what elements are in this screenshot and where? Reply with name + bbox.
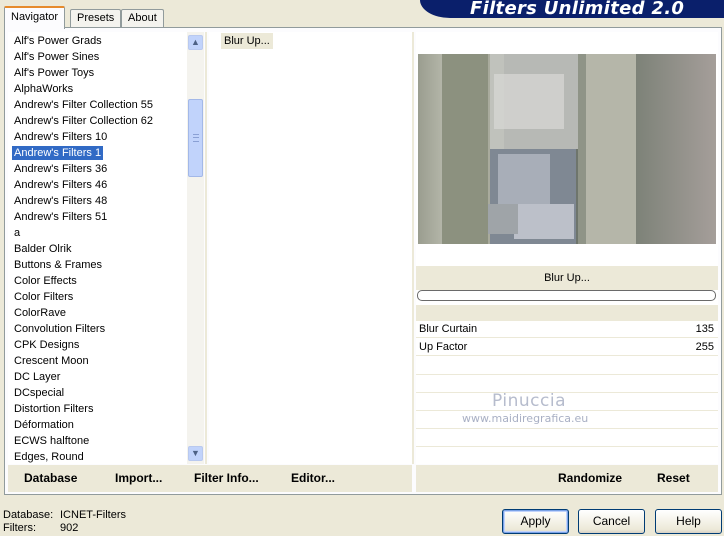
filter-category-item[interactable]: DC Layer: [12, 370, 62, 384]
database-info: Database: ICNET-Filters: [3, 509, 126, 522]
watermark-url: www.maidiregrafica.eu: [462, 412, 589, 425]
effect-title: Blur Up...: [416, 266, 718, 290]
filter-category-item[interactable]: Déformation: [12, 418, 76, 432]
filter-category-item[interactable]: Andrew's Filters 10: [12, 130, 109, 144]
filter-category-item[interactable]: Edges, Round: [12, 450, 86, 464]
param-value: 135: [695, 323, 714, 335]
filter-category-item[interactable]: Crescent Moon: [12, 354, 91, 368]
filter-category-item[interactable]: Convolution Filters: [12, 322, 107, 336]
row-divider: [416, 410, 718, 411]
filter-category-item[interactable]: Andrew's Filters 1: [12, 146, 104, 160]
filter-category-item[interactable]: Color Filters: [12, 290, 75, 304]
filter-category-item[interactable]: Distortion Filters: [12, 402, 95, 416]
filter-category-item[interactable]: Andrew's Filters 46: [12, 178, 109, 192]
effect-list[interactable]: Blur Up...: [209, 32, 412, 464]
filter-category-item[interactable]: Andrew's Filters 36: [12, 162, 109, 176]
filter-category-item[interactable]: CPK Designs: [12, 338, 81, 352]
filter-category-item[interactable]: Alf's Power Sines: [12, 50, 101, 64]
filter-category-item[interactable]: Buttons & Frames: [12, 258, 104, 272]
filter-category-item[interactable]: Color Effects: [12, 274, 79, 288]
cancel-button[interactable]: Cancel: [578, 509, 645, 534]
filter-category-item[interactable]: Alf's Power Toys: [12, 66, 96, 80]
database-button[interactable]: Database: [24, 471, 77, 485]
tab-about[interactable]: About: [121, 9, 164, 28]
tab-presets[interactable]: Presets: [70, 9, 122, 28]
tab-navigator[interactable]: Navigator: [4, 6, 66, 29]
param-up-factor[interactable]: Up Factor 255: [416, 339, 718, 356]
app-title: Filters Unlimited 2.0: [470, 0, 685, 19]
randomize-button[interactable]: Randomize: [558, 471, 622, 485]
filters-value: 902: [60, 522, 79, 534]
param-label: Up Factor: [419, 341, 468, 353]
divider: [205, 32, 207, 464]
row-divider: [416, 392, 718, 393]
row-divider: [416, 374, 718, 375]
scroll-up-button[interactable]: ▲: [188, 35, 203, 50]
watermark-name: Pinuccia: [492, 391, 566, 411]
param-value: 255: [695, 341, 714, 353]
filters-label: Filters:: [3, 522, 36, 534]
filter-category-item[interactable]: Andrew's Filters 51: [12, 210, 109, 224]
help-button[interactable]: Help: [655, 509, 722, 534]
scroll-down-button[interactable]: ▼: [188, 446, 203, 461]
editor-button[interactable]: Editor...: [291, 471, 335, 485]
database-label: Database:: [3, 509, 54, 521]
row-divider: [416, 428, 718, 429]
preview-image: [418, 54, 716, 244]
apply-button[interactable]: Apply: [502, 509, 569, 534]
effect-item-blur-up[interactable]: Blur Up...: [221, 33, 273, 49]
database-value: ICNET-Filters: [60, 509, 126, 521]
filter-category-list[interactable]: Alf's Power Grads Alf's Power Sines Alf's …: [8, 32, 204, 464]
reset-button[interactable]: Reset: [657, 471, 690, 485]
filter-info-button[interactable]: Filter Info...: [194, 471, 259, 485]
filter-category-item[interactable]: a: [12, 226, 22, 240]
filter-category-item[interactable]: Balder Olrik: [12, 242, 73, 256]
filter-category-item[interactable]: Andrew's Filter Collection 62: [12, 114, 155, 128]
row-divider: [416, 446, 718, 447]
filter-list-scrollbar[interactable]: ▲ ▼: [187, 32, 204, 464]
param-blur-curtain[interactable]: Blur Curtain 135: [416, 321, 718, 338]
filter-category-item[interactable]: AlphaWorks: [12, 82, 75, 96]
filter-category-item[interactable]: DCspecial: [12, 386, 66, 400]
param-label: Blur Curtain: [419, 323, 478, 335]
progress-bar: [417, 290, 716, 301]
filter-category-item[interactable]: Andrew's Filter Collection 55: [12, 98, 155, 112]
filter-category-item[interactable]: ColorRave: [12, 306, 68, 320]
filter-category-item[interactable]: ECWS halftone: [12, 434, 91, 448]
divider: [412, 32, 414, 464]
filters-info: Filters: 902: [3, 522, 78, 535]
scroll-thumb[interactable]: [188, 99, 203, 177]
import-button[interactable]: Import...: [115, 471, 162, 485]
filter-category-item[interactable]: Andrew's Filters 48: [12, 194, 109, 208]
param-slider-band: [416, 305, 718, 321]
filter-category-item[interactable]: Alf's Power Grads: [12, 34, 104, 48]
